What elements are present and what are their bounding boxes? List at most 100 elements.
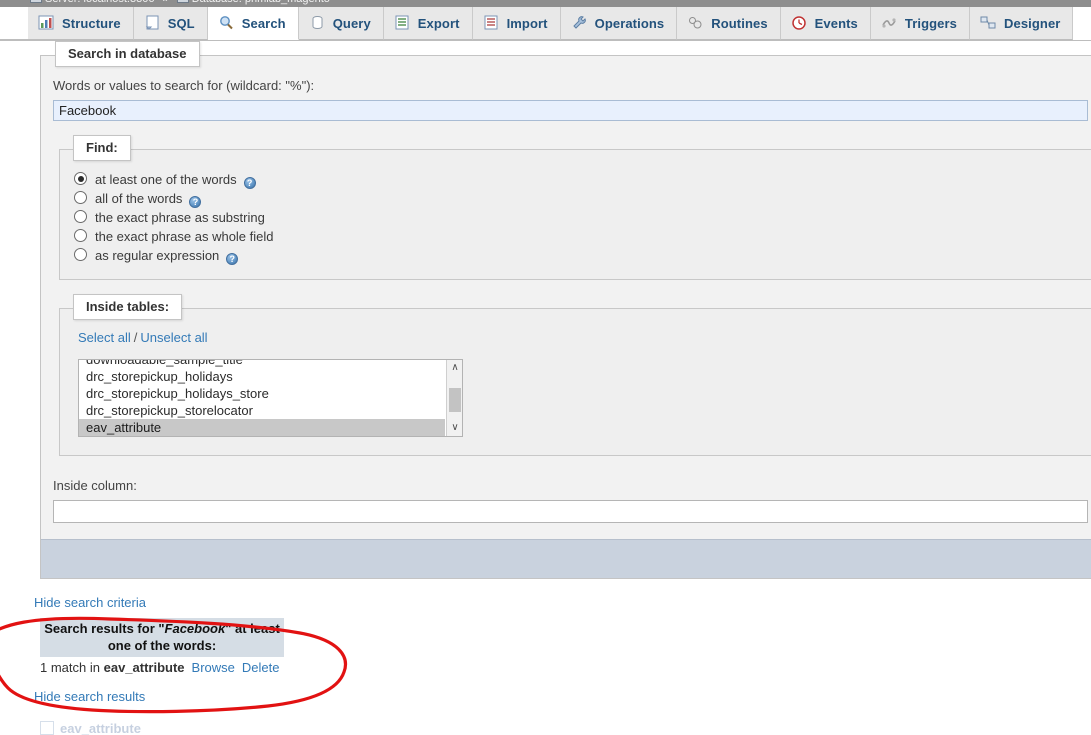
tab-sql[interactable]: SQL bbox=[133, 7, 208, 40]
tab-operations[interactable]: Operations bbox=[560, 7, 678, 40]
tab-search[interactable]: Search bbox=[207, 7, 299, 40]
routines-icon bbox=[687, 10, 704, 29]
list-item[interactable]: drc_storepickup_holidays_store bbox=[79, 385, 445, 402]
results-heading-term: Facebook bbox=[164, 621, 226, 636]
server-icon bbox=[30, 0, 42, 3]
clock-icon bbox=[791, 10, 808, 30]
inside-column-row: Inside column: bbox=[41, 456, 1091, 523]
tab-designer-label: Designer bbox=[1004, 16, 1061, 31]
wrench-icon bbox=[571, 10, 588, 29]
match-table-name: eav_attribute bbox=[103, 660, 185, 675]
triggers-icon bbox=[881, 10, 898, 28]
select-all-link[interactable]: Select all bbox=[78, 330, 131, 345]
checkbox-icon[interactable] bbox=[40, 721, 54, 735]
find-panel-legend: Find: bbox=[73, 135, 131, 161]
find-panel: Find: at least one of the words? all of … bbox=[59, 135, 1091, 280]
results-match-row: 1 match in eav_attribute Browse Delete bbox=[40, 660, 1091, 675]
radio-mark-icon bbox=[74, 191, 87, 204]
list-item-selected[interactable]: eav_attribute bbox=[79, 419, 445, 436]
list-item[interactable]: drc_storepickup_holidays bbox=[79, 368, 445, 385]
tab-import[interactable]: Import bbox=[472, 7, 561, 40]
tab-structure[interactable]: Structure bbox=[28, 7, 134, 40]
select-separator: / bbox=[133, 330, 138, 345]
tab-sql-label: SQL bbox=[167, 16, 195, 31]
tab-routines-label: Routines bbox=[711, 16, 768, 31]
breadcrumb-database[interactable]: Database: phmlab_magento bbox=[192, 0, 330, 5]
radio-label: as regular expression bbox=[95, 248, 220, 263]
tab-structure-label: Structure bbox=[62, 16, 121, 31]
unselect-all-link[interactable]: Unselect all bbox=[140, 330, 207, 345]
hide-results-row: Hide search results bbox=[34, 687, 1091, 706]
designer-icon bbox=[980, 10, 997, 29]
find-options-list: at least one of the words? all of the wo… bbox=[60, 150, 1091, 279]
form-footer-bar bbox=[41, 539, 1091, 578]
tab-events-label: Events bbox=[814, 16, 858, 31]
export-icon bbox=[394, 10, 411, 30]
database-icon bbox=[176, 0, 189, 3]
scrollbar-thumb[interactable] bbox=[449, 388, 461, 412]
tab-import-label: Import bbox=[506, 16, 548, 31]
results-table-peek: eav_attribute bbox=[40, 720, 1091, 735]
listbox-scrollbar[interactable]: ∧ ∨ bbox=[446, 360, 462, 436]
scroll-down-icon[interactable]: ∨ bbox=[447, 420, 462, 436]
inside-column-label: Inside column: bbox=[53, 478, 137, 493]
inside-column-input[interactable] bbox=[53, 500, 1088, 523]
inside-tables-legend: Inside tables: bbox=[73, 294, 183, 320]
search-results-area: Hide search criteria Search results for … bbox=[28, 579, 1091, 735]
breadcrumb-separator: » bbox=[163, 0, 169, 5]
tab-triggers-label: Triggers bbox=[904, 16, 957, 31]
tab-designer[interactable]: Designer bbox=[970, 7, 1074, 40]
radio-as-regular-expression[interactable]: as regular expression? bbox=[74, 246, 1091, 265]
radio-label: all of the words bbox=[95, 191, 183, 206]
tabbar-spacer bbox=[0, 7, 28, 40]
search-in-database-panel: Search in database Words or values to se… bbox=[40, 41, 1091, 579]
radio-all-of-the-words[interactable]: all of the words? bbox=[74, 189, 1091, 208]
hide-search-criteria-link[interactable]: Hide search criteria bbox=[34, 595, 146, 610]
radio-exact-phrase-substring[interactable]: the exact phrase as substring bbox=[74, 208, 1091, 227]
browse-link[interactable]: Browse bbox=[192, 660, 235, 675]
search-icon bbox=[218, 10, 235, 30]
tab-query[interactable]: Query bbox=[298, 7, 384, 40]
radio-mark-icon bbox=[74, 210, 87, 223]
list-item[interactable]: downloadable_sample_title bbox=[79, 360, 445, 368]
scroll-up-icon[interactable]: ∧ bbox=[447, 360, 462, 376]
search-words-input[interactable] bbox=[53, 100, 1088, 121]
results-heading: Search results for "Facebook" at least o… bbox=[40, 618, 284, 657]
breadcrumb-server[interactable]: Server: localhost:3306 bbox=[45, 0, 154, 5]
search-panel-legend: Search in database bbox=[55, 41, 200, 67]
tables-listbox-viewport: downloadable_sample_title drc_storepicku… bbox=[79, 360, 445, 437]
tab-triggers[interactable]: Triggers bbox=[870, 7, 970, 40]
help-icon[interactable]: ? bbox=[189, 196, 202, 208]
radio-label: the exact phrase as whole field bbox=[95, 229, 274, 244]
breadcrumb: Server: localhost:3306 » Database: phmla… bbox=[0, 0, 1091, 7]
list-item[interactable]: drc_storepickup_storelocator bbox=[79, 402, 445, 419]
search-content: Search in database Words or values to se… bbox=[28, 41, 1091, 735]
tab-export-label: Export bbox=[417, 16, 460, 31]
tab-events[interactable]: Events bbox=[780, 7, 871, 40]
tables-listbox[interactable]: downloadable_sample_title drc_storepicku… bbox=[78, 359, 463, 437]
tab-operations-label: Operations bbox=[594, 16, 665, 31]
radio-at-least-one-of-the-words[interactable]: at least one of the words? bbox=[74, 170, 1091, 189]
delete-link[interactable]: Delete bbox=[242, 660, 280, 675]
results-heading-prefix: Search results for " bbox=[44, 621, 165, 636]
tab-routines[interactable]: Routines bbox=[677, 7, 781, 40]
radio-label: at least one of the words bbox=[95, 172, 237, 187]
help-icon[interactable]: ? bbox=[226, 253, 239, 265]
phpmyadmin-search-page: Server: localhost:3306 » Database: phmla… bbox=[0, 0, 1091, 735]
sql-icon bbox=[144, 10, 161, 30]
list-item[interactable]: eav_attribute_group bbox=[79, 436, 445, 437]
peek-table-label: eav_attribute bbox=[60, 721, 141, 735]
words-label: Words or values to search for (wildcard:… bbox=[53, 78, 315, 93]
help-icon[interactable]: ? bbox=[243, 177, 256, 189]
import-icon bbox=[483, 10, 500, 30]
radio-exact-phrase-whole-field[interactable]: the exact phrase as whole field bbox=[74, 227, 1091, 246]
radio-mark-icon bbox=[74, 172, 87, 185]
hide-criteria-row: Hide search criteria bbox=[34, 593, 1091, 612]
inside-tables-panel: Inside tables: Select all / Unselect all d… bbox=[59, 294, 1091, 456]
radio-mark-icon bbox=[74, 229, 87, 242]
hide-search-results-link[interactable]: Hide search results bbox=[34, 689, 145, 704]
tab-search-label: Search bbox=[241, 16, 286, 31]
main-tabbar: Structure SQL Search Query Export Import… bbox=[0, 7, 1091, 41]
tab-export[interactable]: Export bbox=[383, 7, 473, 40]
match-count-text: 1 match in bbox=[40, 660, 100, 675]
